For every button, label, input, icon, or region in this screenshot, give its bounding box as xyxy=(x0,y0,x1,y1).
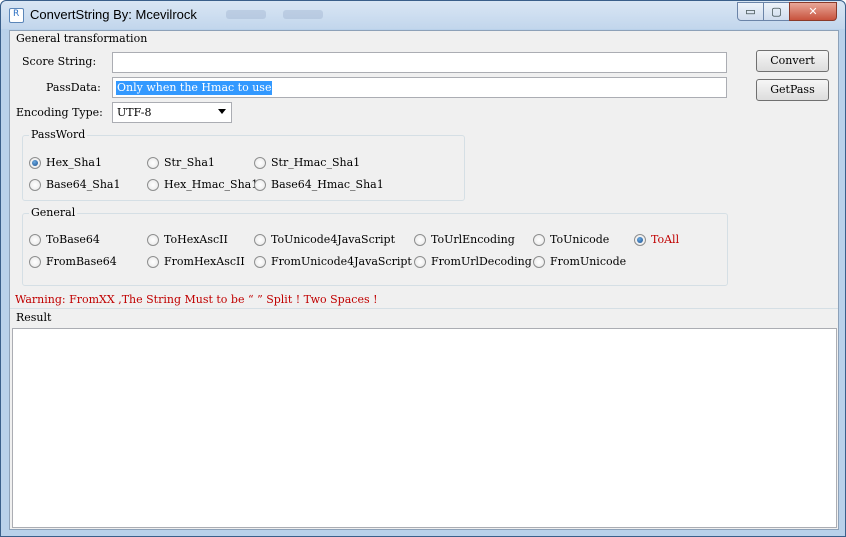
title-bar[interactable]: ConvertString By: Mcevilrock ▭ ▢ ✕ xyxy=(1,1,845,29)
general-group: General ToBase64 ToHexAscII ToUnicode4Ja… xyxy=(22,206,728,286)
divider xyxy=(10,308,838,309)
main-window: ConvertString By: Mcevilrock ▭ ▢ ✕ Gener… xyxy=(0,0,846,537)
radio-indicator xyxy=(29,256,41,268)
radio-indicator xyxy=(147,157,159,169)
password-group: PassWord Hex_Sha1 Str_Sha1 Str_Hmac_Sha1… xyxy=(22,128,465,201)
app-icon xyxy=(9,8,24,23)
minimize-icon: ▭ xyxy=(745,5,756,18)
radio-indicator xyxy=(414,256,426,268)
client-area: General transformation Score String: Pas… xyxy=(9,30,839,530)
close-icon: ✕ xyxy=(808,5,818,18)
radio-indicator xyxy=(29,179,41,191)
radio-indicator xyxy=(634,234,646,246)
chevron-down-icon xyxy=(218,109,226,114)
radio-label: ToUnicode4JavaScript xyxy=(271,233,395,246)
radio-indicator xyxy=(414,234,426,246)
encoding-type-select[interactable]: UTF-8 xyxy=(112,102,232,123)
radio-label: FromUrlDecoding xyxy=(431,255,532,268)
radio-label: Base64_Hmac_Sha1 xyxy=(271,178,384,191)
password-group-title: PassWord xyxy=(29,128,88,141)
score-string-input[interactable] xyxy=(112,52,727,73)
general-group-title: General xyxy=(29,206,78,219)
radio-indicator xyxy=(533,256,545,268)
radio-label: Str_Hmac_Sha1 xyxy=(271,156,361,169)
encoding-type-label: Encoding Type: xyxy=(16,106,103,119)
radio-indicator xyxy=(254,157,266,169)
radio-label: ToBase64 xyxy=(46,233,100,246)
radio-indicator xyxy=(147,256,159,268)
passdata-label: PassData: xyxy=(46,81,101,94)
radio-label: Hex_Sha1 xyxy=(46,156,102,169)
maximize-button[interactable]: ▢ xyxy=(763,2,790,21)
warning-text: Warning: FromXX ,The String Must to be “… xyxy=(15,293,378,306)
window-title: ConvertString By: Mcevilrock xyxy=(30,7,197,22)
radio-label: ToAll xyxy=(651,233,680,246)
result-textarea[interactable] xyxy=(12,328,837,528)
encoding-type-value: UTF-8 xyxy=(117,106,152,119)
score-string-field[interactable] xyxy=(113,53,726,72)
radio-indicator xyxy=(29,157,41,169)
radio-indicator xyxy=(147,179,159,191)
title-ghost xyxy=(226,10,266,19)
minimize-button[interactable]: ▭ xyxy=(737,2,764,21)
radio-label: ToHexAscII xyxy=(164,233,228,246)
radio-label: Str_Sha1 xyxy=(164,156,215,169)
radio-label: FromBase64 xyxy=(46,255,117,268)
passdata-input[interactable]: Only when the Hmac to use xyxy=(112,77,727,98)
radio-indicator xyxy=(254,234,266,246)
radio-indicator xyxy=(533,234,545,246)
radio-indicator xyxy=(254,179,266,191)
radio-label: FromUnicode4JavaScript xyxy=(271,255,412,268)
score-string-label: Score String: xyxy=(22,55,97,68)
radio-indicator xyxy=(147,234,159,246)
radio-indicator xyxy=(29,234,41,246)
radio-label: Hex_Hmac_Sha1 xyxy=(164,178,259,191)
getpass-button[interactable]: GetPass xyxy=(756,79,829,101)
close-button[interactable]: ✕ xyxy=(789,2,837,21)
maximize-icon: ▢ xyxy=(771,5,782,18)
result-label: Result xyxy=(16,311,52,324)
radio-label: ToUrlEncoding xyxy=(431,233,515,246)
radio-label: FromUnicode xyxy=(550,255,627,268)
section-label: General transformation xyxy=(16,32,148,45)
radio-label: ToUnicode xyxy=(550,233,610,246)
passdata-selected-text: Only when the Hmac to use xyxy=(116,81,273,95)
radio-indicator xyxy=(254,256,266,268)
convert-button[interactable]: Convert xyxy=(756,50,829,72)
title-ghost xyxy=(283,10,323,19)
radio-label: Base64_Sha1 xyxy=(46,178,121,191)
radio-label: FromHexAscII xyxy=(164,255,245,268)
